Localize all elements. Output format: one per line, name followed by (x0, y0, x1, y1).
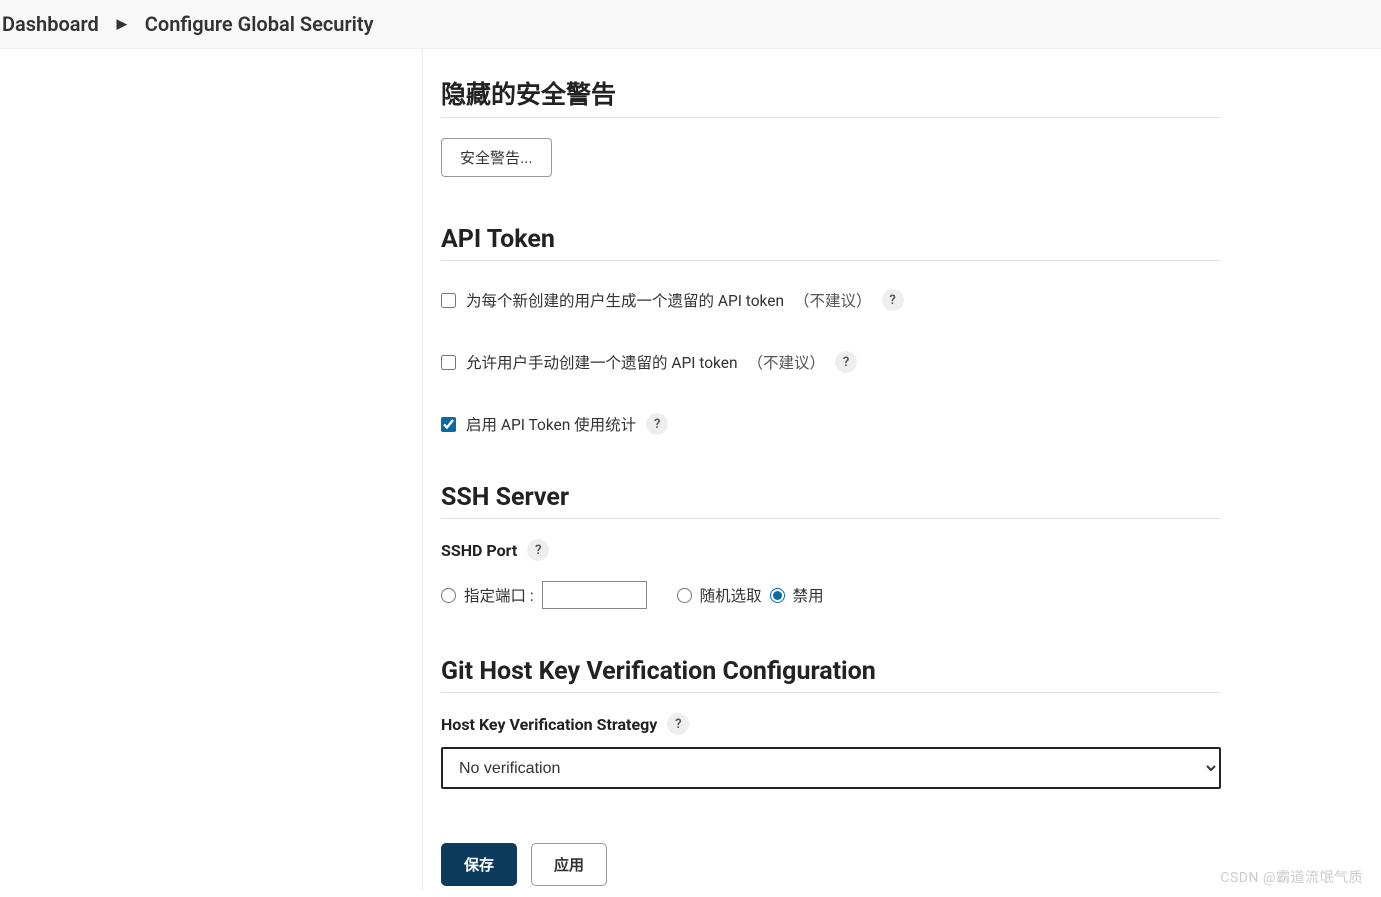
api-token-opt2-row: 允许用户手动创建一个遗留的 API token （不建议） ? (441, 351, 1221, 373)
sidebar (0, 49, 423, 890)
sshd-radio-random-label: 随机选取 (700, 584, 762, 606)
sshd-radio-disable-label: 禁用 (793, 584, 824, 606)
sshd-port-label: SSHD Port ? (441, 539, 1221, 561)
api-token-opt3-label: 启用 API Token 使用统计 (466, 413, 636, 435)
security-warnings-button[interactable]: 安全警告... (441, 138, 552, 177)
api-token-opt3-checkbox[interactable] (441, 417, 456, 432)
apply-button[interactable]: 应用 (531, 843, 607, 886)
api-token-opt1-label: 为每个新创建的用户生成一个遗留的 API token (466, 289, 784, 311)
api-token-opt3-row: 启用 API Token 使用统计 ? (441, 413, 1221, 435)
chevron-right-icon: ▶ (117, 17, 127, 32)
api-token-opt1-checkbox[interactable] (441, 293, 456, 308)
help-icon[interactable]: ? (667, 713, 689, 735)
breadcrumb: Dashboard ▶ Configure Global Security (0, 0, 1381, 49)
sshd-port-radio-row: 指定端口 : 随机选取 禁用 (441, 581, 1221, 609)
sshd-radio-specify-label: 指定端口 : (464, 584, 534, 606)
api-token-opt2-checkbox[interactable] (441, 355, 456, 370)
host-key-strategy-select[interactable]: No verification (441, 747, 1221, 789)
section-api-token-title: API Token (441, 225, 1221, 261)
form-buttons: 保存 应用 (441, 843, 1221, 886)
section-git-host-title: Git Host Key Verification Configuration (441, 657, 1221, 693)
sshd-port-input[interactable] (542, 581, 647, 609)
breadcrumb-current[interactable]: Configure Global Security (145, 12, 374, 36)
api-token-opt1-suffix: （不建议） (794, 289, 872, 311)
main-content: 隐藏的安全警告 安全警告... API Token 为每个新创建的用户生成一个遗… (423, 49, 1253, 890)
help-icon[interactable]: ? (882, 289, 904, 311)
section-hidden-warnings-title: 隐藏的安全警告 (441, 75, 1221, 118)
host-key-strategy-label: Host Key Verification Strategy ? (441, 713, 1221, 735)
save-button[interactable]: 保存 (441, 843, 517, 886)
help-icon[interactable]: ? (835, 351, 857, 373)
section-ssh-server-title: SSH Server (441, 483, 1221, 519)
api-token-opt2-suffix: （不建议） (748, 351, 826, 373)
api-token-opt2-label: 允许用户手动创建一个遗留的 API token (466, 351, 738, 373)
host-key-strategy-text: Host Key Verification Strategy (441, 715, 657, 734)
help-icon[interactable]: ? (527, 539, 549, 561)
sshd-radio-random[interactable] (677, 588, 692, 603)
breadcrumb-dashboard[interactable]: Dashboard (2, 12, 99, 36)
api-token-opt1-row: 为每个新创建的用户生成一个遗留的 API token （不建议） ? (441, 289, 1221, 311)
sshd-port-text: SSHD Port (441, 541, 517, 560)
sshd-radio-specify[interactable] (441, 588, 456, 603)
help-icon[interactable]: ? (646, 413, 668, 435)
watermark: CSDN @霸道流氓气质 (1220, 867, 1363, 887)
sshd-radio-disable[interactable] (770, 588, 785, 603)
